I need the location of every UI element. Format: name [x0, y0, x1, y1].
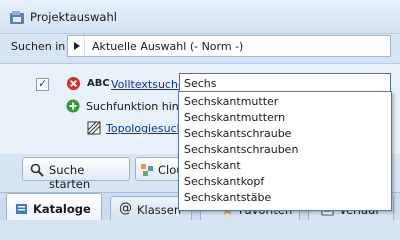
check-icon: ✓: [38, 77, 48, 90]
window-title: Projektauswahl: [30, 10, 117, 24]
start-search-label: Suche starten: [49, 163, 91, 191]
scope-dropdown-button[interactable]: [68, 36, 85, 56]
tab-kataloge[interactable]: Kataloge: [6, 193, 102, 220]
fulltext-query-input[interactable]: Sechs: [179, 73, 391, 93]
suggestion-item[interactable]: Sechskantstäbe: [184, 191, 271, 204]
suggestion-item[interactable]: Sechskantmutter: [184, 95, 278, 108]
start-search-button[interactable]: Suche starten: [22, 157, 130, 191]
suggestion-item[interactable]: Sechskantschraube: [184, 127, 291, 140]
add-function-icon[interactable]: [66, 99, 80, 113]
cloud-icon: [141, 164, 153, 176]
tab-kataloge-label: Kataloge: [33, 202, 91, 216]
suggestion-item[interactable]: Sechskantkopf: [184, 175, 264, 188]
topology-icon: [87, 121, 101, 135]
search-scope-label: Suchen in: [11, 40, 66, 53]
search-scope-combobox[interactable]: Aktuelle Auswahl (- Norm -): [67, 35, 391, 57]
search-icon: [30, 163, 44, 177]
query-value: Sechs: [184, 77, 217, 90]
suggestion-item[interactable]: Sechskantschrauben: [184, 143, 298, 156]
autocomplete-dropdown: Sechskantmutter Sechskantmuttern Sechska…: [178, 91, 392, 211]
tab-klassen-label: Klassen: [137, 203, 182, 217]
remove-criterion-icon[interactable]: [66, 76, 81, 91]
at-icon: @: [119, 201, 132, 216]
suggestion-item[interactable]: Sechskant: [184, 159, 241, 172]
project-app-icon: [10, 11, 24, 24]
suggestion-item[interactable]: Sechskantmuttern: [184, 111, 285, 124]
fulltext-search-link[interactable]: Volltextsuche: [111, 78, 185, 91]
search-scope-value: Aktuelle Auswahl (- Norm -): [92, 40, 244, 53]
triangle-right-icon: [74, 42, 80, 50]
abc-text-icon: ABC: [87, 78, 110, 89]
catalog-icon: [16, 204, 27, 214]
fulltext-enable-checkbox[interactable]: ✓: [36, 77, 49, 91]
